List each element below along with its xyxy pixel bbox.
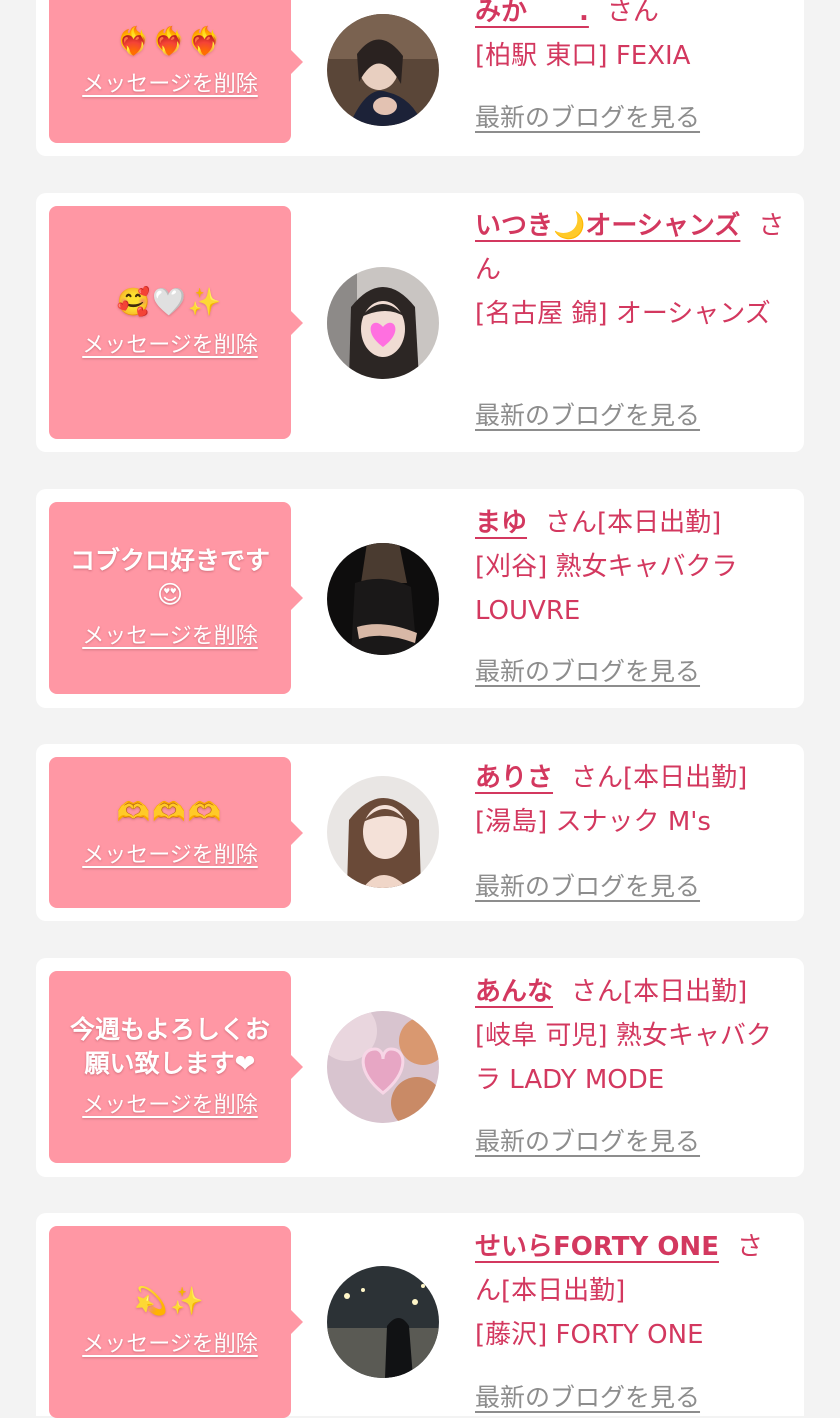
latest-blog-link[interactable]: 最新のブログを見る [475, 655, 700, 689]
girl-info: せいらFORTY ONE さん[本日出勤] [藤沢] FORTY ONE [475, 1225, 785, 1357]
delete-message-link[interactable]: メッセージを削除 [82, 331, 258, 361]
honorific: さん [545, 508, 598, 538]
delete-message-link[interactable]: メッセージを削除 [82, 622, 258, 652]
avatar-image [327, 14, 439, 126]
delete-message-link[interactable]: メッセージを削除 [82, 70, 258, 100]
shop-label: [岐阜 可児] 熟女キャバクラ LADY MODE [475, 1021, 772, 1095]
message-text: 💫✨ [134, 1286, 206, 1317]
message-text: 今週もよろしくお願い致します❤ [69, 1015, 270, 1078]
message-card: 🥰🤍✨ メッセージを削除 いつき🌙オーシャンズ さん [名古屋 錦] オーシャンズ… [36, 193, 804, 452]
message-bubble: 今週もよろしくお願い致します❤ メッセージを削除 [49, 971, 303, 1163]
honorific: さん [571, 763, 624, 793]
girl-name-link[interactable]: まゆ [475, 508, 527, 538]
girl-info: ありさ さん[本日出勤] [湯島] スナック M's [475, 756, 785, 844]
message-bubble: 💫✨ メッセージを削除 [49, 1226, 303, 1418]
girl-info: みか . さん [柏駅 東口] FEXIA [475, 0, 785, 78]
shop-label: [名古屋 錦] オーシャンズ [475, 299, 771, 329]
message-card: ❤️‍🔥❤️‍🔥❤️‍🔥 メッセージを削除 みか . さん [柏駅 東口] FEX… [36, 0, 804, 156]
avatar[interactable] [327, 14, 439, 126]
girl-name-link[interactable]: せいらFORTY ONE [475, 1232, 719, 1262]
girl-info: あんな さん[本日出勤] [岐阜 可児] 熟女キャバクラ LADY MODE [475, 970, 785, 1102]
girl-info: いつき🌙オーシャンズ さん [名古屋 錦] オーシャンズ [475, 204, 785, 336]
avatar-image [327, 267, 439, 379]
delete-message-link[interactable]: メッセージを削除 [82, 1091, 258, 1121]
avatar-image [327, 1011, 439, 1123]
girl-name-link[interactable]: みか . [475, 0, 589, 27]
message-bubble: 🫶🫶🫶 メッセージを削除 [49, 757, 303, 908]
girl-info: まゆ さん[本日出勤] [刈谷] 熟女キャバクラ LOUVRE [475, 501, 785, 633]
delete-message-link[interactable]: メッセージを削除 [82, 841, 258, 871]
message-bubble: コブクロ好きです😍 メッセージを削除 [49, 502, 303, 694]
message-text: コブクロ好きです😍 [69, 546, 270, 609]
avatar[interactable] [327, 543, 439, 655]
message-card: コブクロ好きです😍 メッセージを削除 まゆ さん[本日出勤] [刈谷] 熟女キャバ… [36, 489, 804, 708]
latest-blog-link[interactable]: 最新のブログを見る [475, 1125, 700, 1159]
shop-label: [刈谷] 熟女キャバクラ LOUVRE [475, 552, 738, 626]
message-card: 💫✨ メッセージを削除 せいらFORTY ONE さん[本日出勤] [藤沢] FO… [36, 1213, 804, 1418]
girl-name-link[interactable]: いつき🌙オーシャンズ [475, 211, 740, 241]
avatar-image [327, 1266, 439, 1378]
honorific: さん [606, 0, 659, 27]
girl-name-link[interactable]: あんな [475, 977, 553, 1007]
message-card: 🫶🫶🫶 メッセージを削除 ありさ さん[本日出勤] [湯島] スナック M's 最… [36, 744, 804, 921]
status-label: [本日出勤] [623, 763, 748, 793]
status-label: [本日出勤] [597, 508, 722, 538]
shop-label: [柏駅 東口] FEXIA [475, 41, 691, 71]
latest-blog-link[interactable]: 最新のブログを見る [475, 1381, 700, 1415]
shop-label: [湯島] スナック M's [475, 807, 711, 837]
latest-blog-link[interactable]: 最新のブログを見る [475, 101, 700, 135]
delete-message-link[interactable]: メッセージを削除 [82, 1330, 258, 1360]
shop-label: [藤沢] FORTY ONE [475, 1320, 704, 1350]
message-bubble: ❤️‍🔥❤️‍🔥❤️‍🔥 メッセージを削除 [49, 0, 303, 143]
avatar-image [327, 776, 439, 888]
message-text: 🫶🫶🫶 [116, 796, 224, 828]
latest-blog-link[interactable]: 最新のブログを見る [475, 870, 700, 904]
avatar[interactable] [327, 267, 439, 379]
message-bubble: 🥰🤍✨ メッセージを削除 [49, 206, 303, 439]
avatar[interactable] [327, 1266, 439, 1378]
status-label: [本日出勤] [623, 977, 748, 1007]
message-text: ❤️‍🔥❤️‍🔥❤️‍🔥 [116, 25, 224, 57]
honorific: さん [571, 977, 624, 1007]
latest-blog-link[interactable]: 最新のブログを見る [475, 399, 700, 433]
message-card: 今週もよろしくお願い致します❤ メッセージを削除 あんな さん[本日出勤] [岐阜… [36, 958, 804, 1177]
girl-name-link[interactable]: ありさ [475, 763, 553, 793]
avatar[interactable] [327, 776, 439, 888]
message-text: 🥰🤍✨ [116, 286, 224, 318]
status-label: [本日出勤] [501, 1276, 626, 1306]
avatar-image [327, 543, 439, 655]
avatar[interactable] [327, 1011, 439, 1123]
